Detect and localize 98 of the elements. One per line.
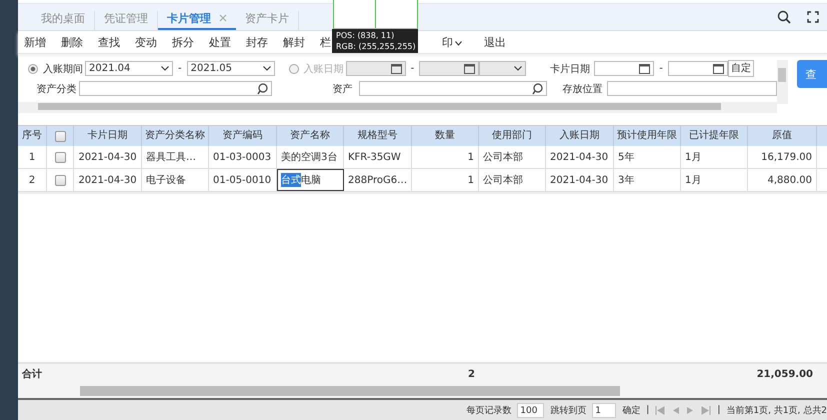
date-field[interactable]	[594, 61, 654, 76]
toolbar-button[interactable]: 处置	[209, 34, 231, 50]
selected-text: 美的空调3台	[281, 150, 338, 164]
toolbar-button[interactable]: 印	[442, 34, 462, 50]
table-cell: 公司本部	[479, 169, 546, 191]
table-cell: 288ProG6…	[344, 169, 412, 191]
select-field[interactable]: 2021.05	[186, 61, 275, 76]
table-cell: 1	[18, 146, 47, 168]
input-field[interactable]	[358, 81, 547, 96]
tooltip-text: POS: (838, 11)	[336, 30, 396, 41]
toolbar-button[interactable]: 解封	[283, 34, 305, 50]
search-icon[interactable]	[532, 82, 543, 94]
toolbar-button[interactable]: 变动	[135, 34, 157, 50]
table-cell: 公司本部	[479, 146, 546, 168]
table-cell: 1	[412, 146, 479, 168]
search-icon[interactable]	[256, 82, 268, 94]
table-cell: 1月	[681, 169, 748, 191]
tooltip-text: RGB: (255,255,255)	[336, 41, 414, 52]
separator: |	[646, 405, 650, 415]
date-field[interactable]	[419, 61, 480, 76]
total-cell-text: 2	[467, 368, 476, 380]
table-cell: 器具工具…	[142, 146, 209, 168]
table-cell: KFR-35GW	[344, 146, 412, 168]
field-label: 资产分类	[36, 82, 77, 96]
table-cell: 2021-04-30	[74, 169, 142, 191]
range-dash: -	[410, 63, 414, 74]
row-checkbox[interactable]	[54, 152, 66, 162]
chevron-down-icon	[514, 66, 522, 71]
field-label: 存放位置	[562, 82, 603, 96]
table-cell: 2021-04-30	[546, 169, 614, 191]
select-field[interactable]: 2021.04	[85, 61, 173, 76]
toolbar-button[interactable]: 封存	[246, 34, 268, 50]
separator: |	[717, 405, 720, 415]
range-dash: -	[178, 63, 182, 74]
calendar-icon[interactable]	[390, 63, 402, 74]
calendar-icon[interactable]	[639, 63, 650, 74]
column-header[interactable]: 预计使用年限	[614, 126, 681, 146]
input-field[interactable]	[78, 81, 272, 96]
radio-button[interactable]	[28, 64, 38, 74]
caret-icon	[455, 40, 462, 46]
previous-page-icon[interactable]	[671, 406, 680, 414]
input-field[interactable]: 1	[592, 402, 616, 418]
table-cell: 2021-04-30	[74, 146, 142, 168]
last-page-icon[interactable]	[701, 406, 712, 414]
tab[interactable]: 卡片管理	[158, 11, 236, 30]
toolbar-button[interactable]: 退出	[484, 34, 506, 50]
select-field[interactable]	[479, 61, 526, 76]
table-cell: 01-05-0010	[209, 169, 277, 191]
close-icon[interactable]	[219, 14, 227, 22]
input-field[interactable]	[606, 81, 777, 96]
table-cell: 2021-04-30	[546, 146, 614, 168]
pager-label: 每页记录数	[466, 404, 512, 416]
toolbar-button[interactable]: 拆分	[172, 34, 194, 50]
row-checkbox[interactable]	[54, 174, 66, 186]
scrollbar[interactable]	[18, 102, 777, 113]
date-field[interactable]	[346, 61, 406, 76]
scrollbar[interactable]	[80, 386, 620, 396]
first-page-icon[interactable]	[655, 406, 666, 414]
table-cell: 5年	[614, 146, 681, 168]
calendar-icon[interactable]	[464, 63, 476, 74]
toolbar-button[interactable]: 栏	[320, 34, 331, 50]
search-icon[interactable]	[777, 10, 791, 24]
table-cell: 16,179.00	[748, 146, 817, 168]
table-cell: 3年	[614, 169, 681, 191]
toolbar-button[interactable]: 删除	[61, 34, 83, 50]
field-label: 入账日期	[304, 62, 344, 76]
radio-button[interactable]	[288, 64, 299, 74]
table-cell: 4,880.00	[748, 169, 817, 191]
chevron-down-icon	[262, 66, 271, 71]
field-label: 资产	[332, 82, 353, 96]
toolbar-button[interactable]: 查找	[98, 34, 120, 50]
field-label: 卡片日期	[550, 62, 590, 76]
range-dash: -	[659, 63, 663, 74]
input-field[interactable]: 100	[517, 402, 544, 418]
toolbar-button[interactable]: 新增	[24, 34, 46, 50]
date-field[interactable]	[668, 61, 728, 76]
chevron-down-icon	[161, 66, 169, 71]
next-page-icon[interactable]	[686, 406, 696, 414]
table-cell[interactable]: 美的空调3台	[277, 146, 344, 168]
table-cell: 01-03-0003	[209, 146, 277, 168]
custom-select[interactable]: 自定	[728, 60, 754, 77]
table-cell: 电子设备	[142, 169, 209, 191]
selected-text: 台式	[281, 173, 301, 187]
selected-text: 电脑	[301, 174, 321, 187]
scrollbar[interactable]	[776, 60, 788, 104]
table-cell: 1	[412, 169, 479, 191]
table-cell[interactable]: 台式电脑	[277, 169, 344, 191]
pager-label: 跳转到页	[550, 404, 586, 416]
field-label: 入账期间	[43, 62, 83, 76]
total-cell-text: 21,059.00	[756, 368, 814, 380]
confirm-link[interactable]: 确定	[622, 404, 640, 416]
fullscreen-icon[interactable]	[807, 11, 819, 23]
total-label: 合计	[21, 368, 43, 381]
calendar-icon[interactable]	[712, 63, 724, 74]
page-status: 当前第1页, 共1页, 总共2	[726, 404, 827, 416]
table-cell: 2	[18, 169, 47, 191]
table-cell: 1月	[681, 146, 748, 168]
header-checkbox[interactable]	[54, 130, 66, 142]
